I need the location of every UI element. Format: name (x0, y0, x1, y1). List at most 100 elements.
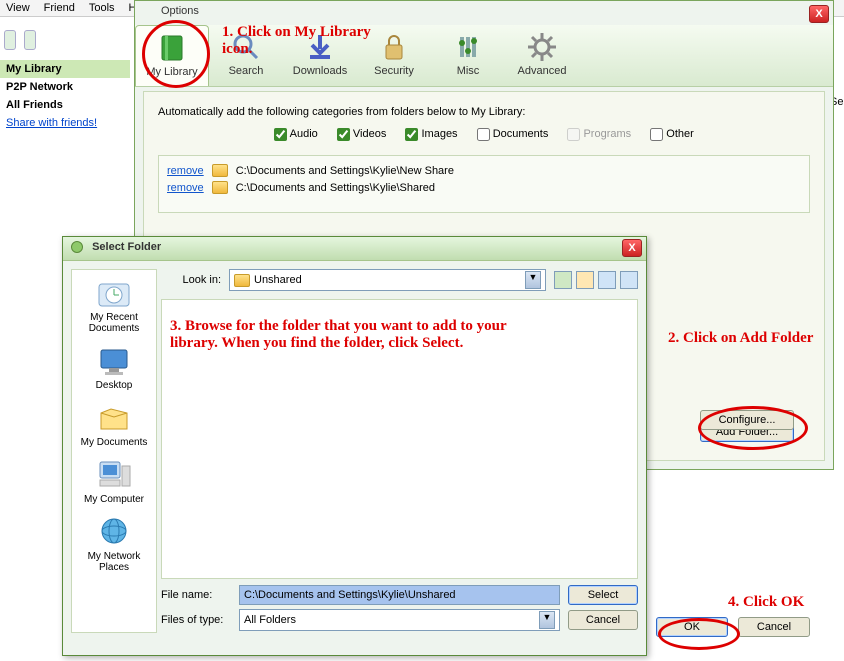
sidebar-list: My Library P2P Network All Friends Share… (0, 60, 130, 132)
dialog-close-button[interactable]: X (622, 239, 642, 257)
remove-link[interactable]: remove (167, 165, 204, 177)
options-close-button[interactable]: X (809, 5, 829, 23)
checkbox-images[interactable] (405, 128, 418, 141)
cat-label: Programs (583, 128, 631, 140)
filetype-value: All Folders (244, 614, 296, 626)
checkbox-programs (567, 128, 580, 141)
checkbox-videos[interactable] (337, 128, 350, 141)
configure-button[interactable]: Configure... (700, 410, 794, 430)
cat-label: Documents (493, 128, 549, 140)
menu-friend[interactable]: Friend (44, 2, 75, 14)
select-button[interactable]: Select (568, 585, 638, 605)
tab-advanced[interactable]: Advanced (505, 25, 579, 86)
folder-row: remove C:\Documents and Settings\Kylie\S… (167, 179, 801, 196)
computer-icon (95, 456, 133, 492)
filetype-label: Files of type: (161, 614, 231, 626)
look-in-value: Unshared (254, 274, 302, 286)
cat-other[interactable]: Other (650, 128, 694, 140)
tab-downloads[interactable]: Downloads (283, 25, 357, 86)
folder-row: remove C:\Documents and Settings\Kylie\N… (167, 162, 801, 179)
download-icon (304, 31, 336, 63)
places-bar: My Recent Documents Desktop My Documents… (71, 269, 157, 633)
sidebar-share-link[interactable]: Share with friends! (0, 114, 130, 132)
checkbox-audio[interactable] (274, 128, 287, 141)
tab-my-library[interactable]: My Library (135, 25, 209, 86)
place-label: My Computer (74, 494, 154, 505)
tab-label: Advanced (505, 65, 579, 77)
tab-label: Downloads (283, 65, 357, 77)
checkbox-other[interactable] (650, 128, 663, 141)
options-buttonbar: OK Cancel (656, 617, 810, 637)
cat-audio[interactable]: Audio (274, 128, 318, 140)
tab-search[interactable]: Search (209, 25, 283, 86)
place-my-documents[interactable]: My Documents (74, 399, 154, 448)
clock-folder-icon (95, 274, 133, 310)
cancel-button[interactable]: Cancel (738, 617, 810, 637)
up-folder-icon[interactable] (554, 271, 572, 289)
place-label: My Recent Documents (74, 312, 154, 334)
chevron-down-icon[interactable]: ▼ (525, 271, 541, 289)
filetype-combo[interactable]: All Folders ▼ (239, 609, 560, 631)
new-folder-icon[interactable] (576, 271, 594, 289)
tab-label: My Library (136, 66, 208, 78)
folder-icon (212, 181, 228, 194)
gear-icon (526, 31, 558, 63)
folder-list: remove C:\Documents and Settings\Kylie\N… (158, 155, 810, 213)
lock-icon (378, 31, 410, 63)
folder-icon (234, 274, 250, 287)
cat-label: Other (666, 128, 694, 140)
view-list-icon[interactable] (598, 271, 616, 289)
place-label: My Network Places (74, 551, 154, 573)
view-details-icon[interactable] (620, 271, 638, 289)
app-icon (71, 241, 83, 253)
filename-label: File name: (161, 589, 231, 601)
desktop-icon (95, 342, 133, 378)
options-tabs: My Library Search Downloads Security Mis… (135, 25, 833, 87)
dialog-nav-icons (554, 271, 638, 289)
music-icon[interactable] (24, 30, 36, 50)
cat-videos[interactable]: Videos (337, 128, 387, 140)
place-desktop[interactable]: Desktop (74, 342, 154, 391)
folder-icon (212, 164, 228, 177)
place-network[interactable]: My Network Places (74, 513, 154, 573)
category-checkboxes: Audio Videos Images Documents Programs O… (158, 128, 810, 141)
select-folder-dialog: Select Folder X My Recent Documents Desk… (62, 236, 647, 656)
place-label: My Documents (74, 437, 154, 448)
chevron-down-icon[interactable]: ▼ (539, 611, 555, 629)
sidebar-item-friends[interactable]: All Friends (0, 96, 130, 114)
remove-link[interactable]: remove (167, 182, 204, 194)
options-description: Automatically add the following categori… (158, 106, 810, 118)
toolbar-icons (0, 26, 40, 54)
file-list-area[interactable] (161, 299, 638, 579)
menu-view[interactable]: View (6, 2, 30, 14)
cat-documents[interactable]: Documents (477, 128, 549, 140)
place-my-computer[interactable]: My Computer (74, 456, 154, 505)
sidebar-item-my-library[interactable]: My Library (0, 60, 130, 78)
close-icon: X (815, 8, 822, 20)
dialog-titlebar[interactable]: Select Folder X (63, 237, 646, 261)
cat-programs: Programs (567, 128, 631, 140)
cat-label: Images (421, 128, 457, 140)
folder-path: C:\Documents and Settings\Kylie\New Shar… (236, 165, 454, 177)
ok-button[interactable]: OK (656, 617, 728, 637)
filename-input[interactable] (239, 585, 560, 605)
look-in-combo[interactable]: Unshared ▼ (229, 269, 546, 291)
tab-security[interactable]: Security (357, 25, 431, 86)
options-title: Options (161, 5, 199, 17)
cat-label: Audio (290, 128, 318, 140)
tab-label: Misc (431, 65, 505, 77)
dialog-title-text: Select Folder (92, 241, 161, 253)
home-icon[interactable] (4, 30, 16, 50)
sidebar-item-p2p[interactable]: P2P Network (0, 78, 130, 96)
tab-misc[interactable]: Misc (431, 25, 505, 86)
dialog-cancel-button[interactable]: Cancel (568, 610, 638, 630)
checkbox-documents[interactable] (477, 128, 490, 141)
cat-images[interactable]: Images (405, 128, 457, 140)
documents-icon (95, 399, 133, 435)
magnifier-icon (230, 31, 262, 63)
annotation-4: 4. Click OK (728, 594, 844, 611)
look-in-label: Look in: (161, 274, 221, 286)
place-recent-documents[interactable]: My Recent Documents (74, 274, 154, 334)
menu-tools[interactable]: Tools (89, 2, 115, 14)
cat-label: Videos (353, 128, 386, 140)
